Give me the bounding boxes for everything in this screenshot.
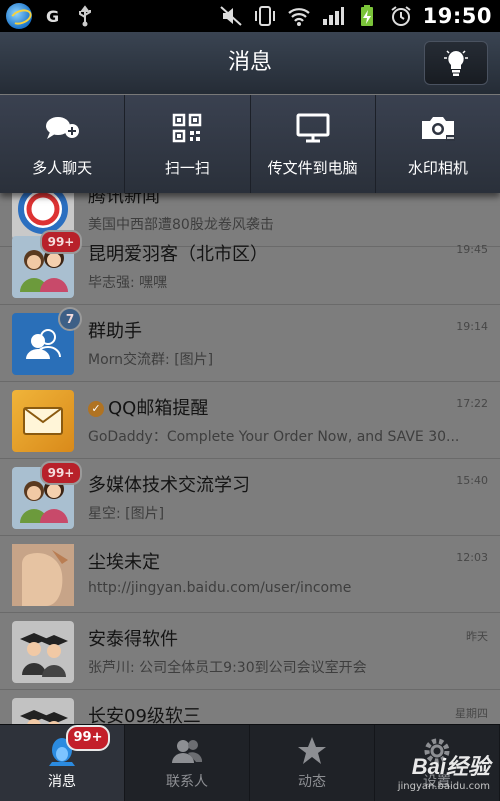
conversation-time: 昨天	[466, 630, 488, 643]
avatar	[12, 698, 74, 724]
group-chat-icon	[46, 117, 80, 139]
user-photo	[12, 544, 74, 606]
conversation-name: 群助手	[88, 321, 142, 342]
conversation-row[interactable]: 99+ 昆明爱羽客（北市区） 19:45 毕志强: 嘿嘿	[0, 228, 500, 305]
menu-item-label: 水印相机	[407, 159, 468, 177]
tab-label: 动态	[298, 774, 326, 790]
watermark-url: jingyan.baidu.com	[397, 781, 490, 792]
title-bar: 消息	[0, 32, 500, 95]
conversation-name: 长安09级软三	[88, 706, 201, 724]
unread-badge: 99+	[66, 725, 110, 751]
conversation-time: 15:40	[456, 474, 488, 487]
conversation-row[interactable]: 99+ 多媒体技术交流学习 15:40 星空: [图片]	[0, 459, 500, 536]
unread-badge: 99+	[40, 230, 82, 254]
usb-icon	[79, 5, 92, 27]
conversation-time: 星期四	[455, 707, 488, 720]
tips-button[interactable]	[424, 41, 488, 85]
tab-contacts[interactable]: 联系人	[125, 725, 250, 801]
graduate-group-icon	[20, 710, 68, 724]
avatar	[12, 390, 74, 452]
menu-item-watermark-camera[interactable]: 水印相机	[376, 95, 500, 193]
conversation-preview: GoDaddy：Complete Your Order Now, and SAV…	[88, 429, 460, 445]
browser-globe-icon	[6, 3, 32, 29]
conversation-row[interactable]: ✓ QQ邮箱提醒 17:22 GoDaddy：Complete Your Orde…	[0, 382, 500, 459]
conversation-preview: http://jingyan.baidu.com/user/income	[88, 580, 352, 596]
tab-messages[interactable]: 99+ 消息	[0, 725, 125, 801]
unread-badge: 7	[58, 307, 82, 331]
avatar: 7	[12, 307, 82, 375]
conversation-time: 19:45	[456, 243, 488, 256]
conversation-preview: 星空: [图片]	[88, 506, 165, 522]
conversation-name: 多媒体技术交流学习	[88, 475, 250, 496]
avatar: 99+	[12, 230, 82, 298]
conversation-preview: 张芦川: 公司全体员工9:30到公司会议室开会	[88, 660, 367, 676]
star-icon	[298, 737, 326, 764]
signal-icon	[322, 7, 344, 25]
menu-item-label: 传文件到电脑	[267, 159, 358, 177]
conversation-name: 安泰得软件	[88, 629, 178, 650]
clock-time: 19:50	[422, 4, 492, 28]
conversation-time: 17:22	[456, 397, 488, 410]
conversation-row[interactable]: 尘埃未定 12:03 http://jingyan.baidu.com/user…	[0, 536, 500, 613]
status-bar: G 19:50	[0, 0, 500, 32]
avatar: 99+	[12, 461, 82, 529]
verified-icon: ✓	[88, 401, 104, 417]
watermark-logo: Bai经验	[411, 754, 490, 779]
battery-charging-icon	[360, 5, 373, 26]
contacts-icon	[172, 740, 203, 763]
conversation-name: 昆明爱羽客（北市区）	[88, 244, 268, 265]
menu-item-scan[interactable]: 扫一扫	[125, 95, 251, 193]
tab-feeds[interactable]: 动态	[250, 725, 375, 801]
qr-code-icon	[173, 113, 202, 143]
avatar	[12, 621, 74, 683]
mute-icon	[219, 6, 242, 26]
monitor-icon	[296, 113, 330, 143]
network-type-indicator: G	[46, 6, 60, 26]
graduate-group-icon	[20, 633, 68, 677]
conversation-name: 尘埃未定	[88, 552, 160, 573]
menu-item-send-file-to-pc[interactable]: 传文件到电脑	[251, 95, 376, 193]
conversation-preview: Morn交流群: [图片]	[88, 352, 214, 368]
menu-item-label: 扫一扫	[164, 159, 210, 177]
camera-icon	[421, 117, 455, 141]
menu-item-label: 多人聊天	[32, 159, 93, 177]
mail-icon	[23, 407, 63, 435]
unread-badge: 99+	[40, 461, 82, 485]
menu-item-group-chat[interactable]: 多人聊天	[0, 95, 126, 193]
tab-label: 消息	[48, 774, 76, 790]
conversation-preview: 毕志强: 嘿嘿	[88, 275, 168, 291]
conversation-row[interactable]: 安泰得软件 昨天 张芦川: 公司全体员工9:30到公司会议室开会	[0, 613, 500, 690]
alarm-icon	[391, 6, 411, 26]
lightbulb-icon	[444, 50, 468, 76]
conversation-row[interactable]: 长安09级软三 星期四	[0, 690, 500, 724]
baidu-jingyan-watermark: Bai经验 jingyan.baidu.com	[398, 749, 490, 792]
quick-actions-menu: 多人聊天 扫一扫 传文件到电脑 水印相机	[0, 95, 500, 193]
conversation-name: ✓ QQ邮箱提醒	[88, 394, 208, 420]
conversation-time: 19:14	[456, 320, 488, 333]
wifi-icon	[287, 8, 310, 26]
avatar	[12, 544, 74, 606]
vibrate-icon	[254, 6, 275, 26]
conversation-time: 12:03	[456, 551, 488, 564]
tab-label: 联系人	[166, 774, 208, 790]
conversation-row[interactable]: 7 群助手 19:14 Morn交流群: [图片]	[0, 305, 500, 382]
